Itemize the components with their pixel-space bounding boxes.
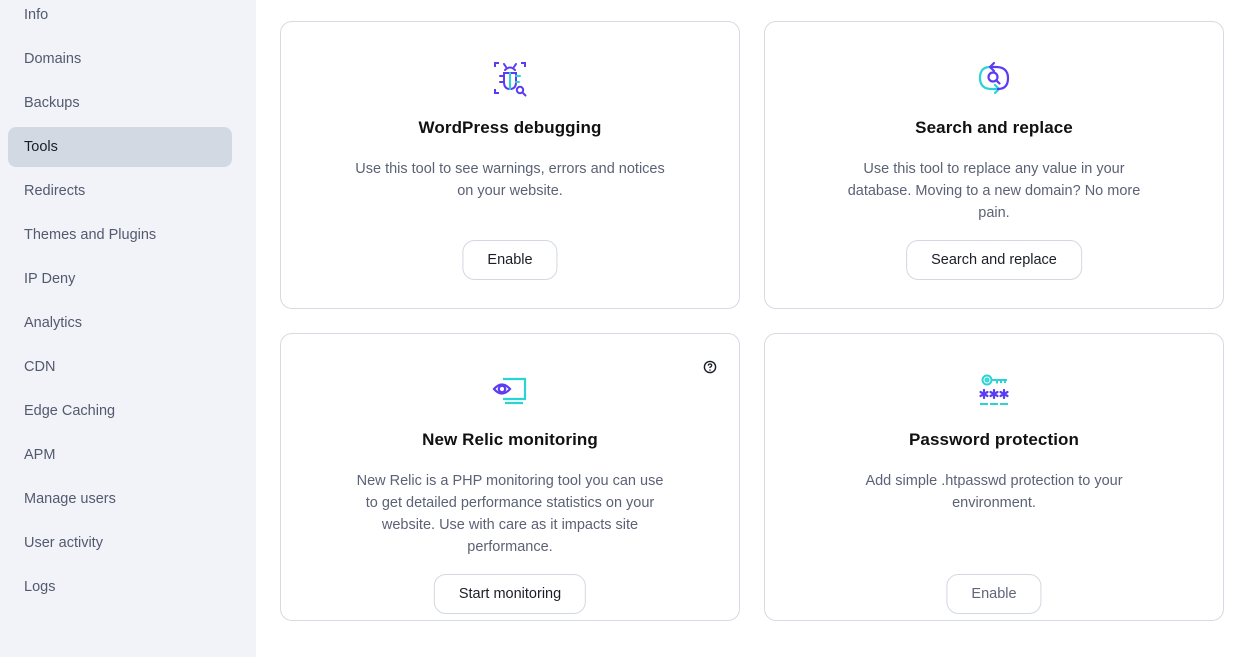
tool-card-wordpress-debugging: WordPress debugging Use this tool to see…: [280, 21, 740, 309]
tool-title: Password protection: [908, 430, 1080, 449]
bug-search-icon: [494, 62, 527, 97]
enable-password-protection-button[interactable]: Enable: [946, 574, 1042, 614]
sidebar-item-logs[interactable]: Logs: [8, 567, 232, 607]
sidebar-item-label: APM: [24, 447, 56, 463]
sidebar-item-label: Edge Caching: [24, 403, 116, 419]
question-circle-icon[interactable]: [703, 360, 717, 374]
sidebar-item-themes-plugins[interactable]: Themes and Plugins: [8, 215, 232, 255]
search-and-replace-button[interactable]: Search and replace: [906, 240, 1082, 280]
sidebar-item-label: Analytics: [24, 315, 83, 331]
key-password-icon: [979, 374, 1009, 405]
sidebar: Info Domains Backups Tools Redirects The…: [0, 0, 256, 657]
sidebar-item-ip-deny[interactable]: IP Deny: [8, 259, 232, 299]
tool-card-new-relic: New Relic monitoring New Relic is a PHP …: [280, 333, 740, 621]
sidebar-item-redirects[interactable]: Redirects: [8, 171, 232, 211]
enable-debugging-button[interactable]: Enable: [462, 240, 558, 280]
tool-title: Search and replace: [915, 118, 1073, 137]
sidebar-item-info[interactable]: Info: [8, 0, 232, 35]
sidebar-item-label: Themes and Plugins: [24, 227, 157, 243]
sidebar-item-label: Tools: [24, 139, 58, 155]
sidebar-item-label: Info: [24, 7, 49, 23]
sidebar-item-label: Redirects: [24, 183, 86, 199]
tool-description: Add simple .htpasswd protection to your …: [865, 473, 1123, 511]
tool-description: New Relic is a PHP monitoring tool you c…: [356, 473, 664, 555]
tool-title: WordPress debugging: [418, 118, 602, 137]
sidebar-item-tools[interactable]: Tools: [8, 127, 232, 167]
eye-monitor-icon: [492, 377, 527, 405]
sidebar-item-edge-caching[interactable]: Edge Caching: [8, 391, 232, 431]
sidebar-item-user-activity[interactable]: User activity: [8, 523, 232, 563]
sidebar-item-domains[interactable]: Domains: [8, 39, 232, 79]
sidebar-item-label: User activity: [24, 535, 103, 551]
sidebar-item-apm[interactable]: APM: [8, 435, 232, 475]
tool-card-password-protection: Password protection Add simple .htpasswd…: [764, 333, 1224, 621]
tool-title: New Relic monitoring: [422, 430, 598, 449]
sidebar-item-label: IP Deny: [24, 271, 76, 287]
tool-card-search-replace: Search and replace Use this tool to repl…: [764, 21, 1224, 309]
search-replace-icon: [978, 61, 1010, 95]
sidebar-item-cdn[interactable]: CDN: [8, 347, 232, 387]
sidebar-item-manage-users[interactable]: Manage users: [8, 479, 232, 519]
sidebar-item-analytics[interactable]: Analytics: [8, 303, 232, 343]
sidebar-item-label: Backups: [24, 95, 80, 111]
sidebar-item-label: Logs: [24, 579, 56, 595]
sidebar-item-backups[interactable]: Backups: [8, 83, 232, 123]
sidebar-item-label: Manage users: [24, 491, 116, 507]
sidebar-item-label: Domains: [24, 51, 82, 67]
sidebar-item-label: CDN: [24, 359, 56, 375]
tool-description: Use this tool to see warnings, errors an…: [355, 161, 665, 199]
tool-description: Use this tool to replace any value in yo…: [847, 161, 1141, 221]
start-monitoring-button[interactable]: Start monitoring: [433, 574, 587, 614]
tools-panel: WordPress debugging Use this tool to see…: [256, 0, 1244, 657]
